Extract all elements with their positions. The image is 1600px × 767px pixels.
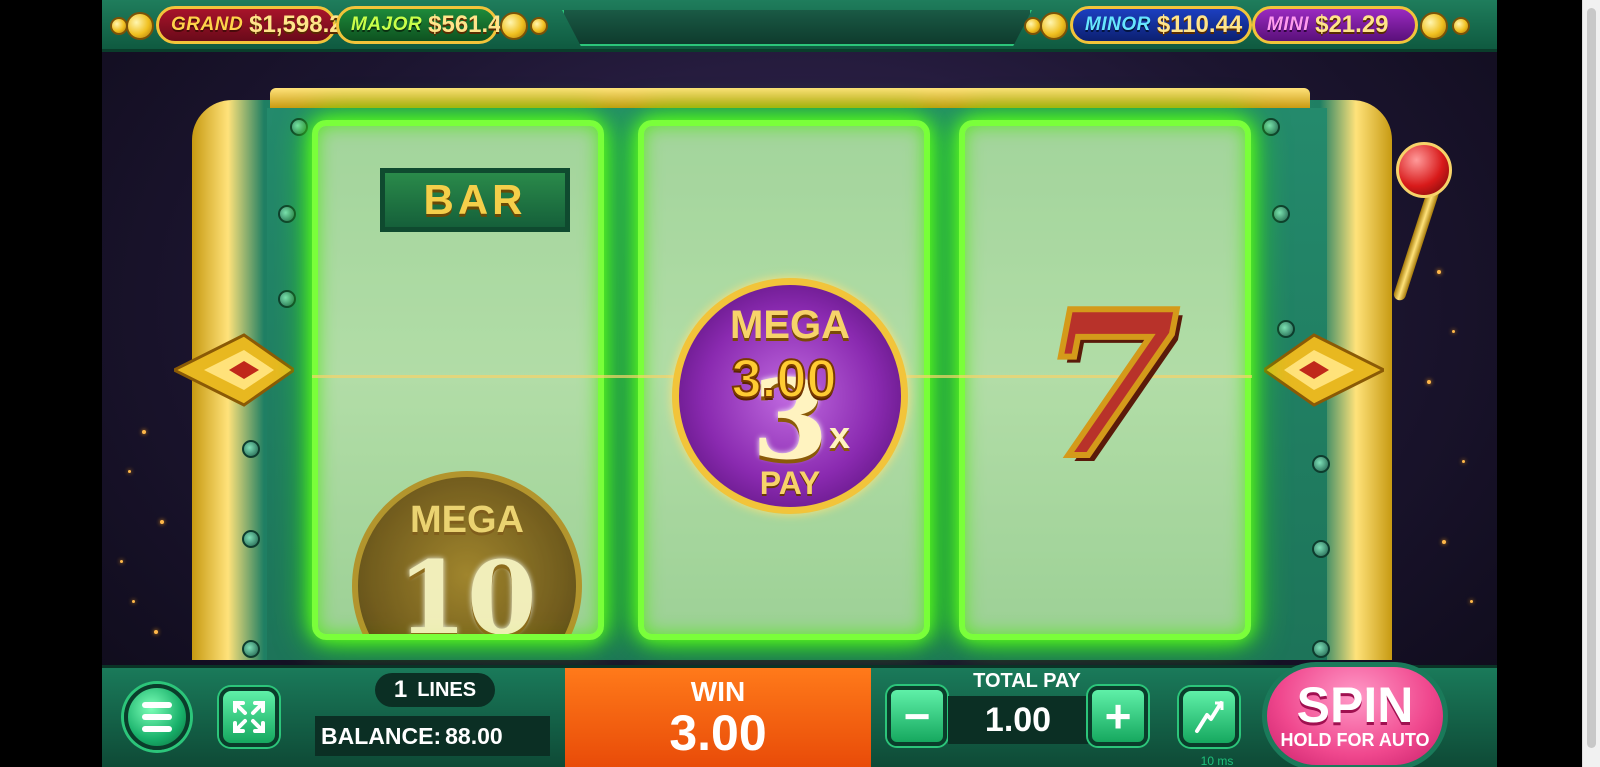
spin-button[interactable]: SPIN HOLD FOR AUTO <box>1262 662 1448 767</box>
turbo-button[interactable] <box>1179 687 1239 747</box>
reel-2: MEGA 3 x PAY 3.00 <box>638 120 930 640</box>
jackpot-grand: GRAND $1,598.29 <box>156 6 356 44</box>
mega-3x-pay: PAY <box>759 465 821 501</box>
machine-top-trim <box>270 88 1310 108</box>
jackpot-major-label: MAJOR <box>351 14 423 35</box>
win-label: WIN <box>690 675 746 707</box>
seven-symbol: 7 <box>1037 268 1182 503</box>
coin-icon <box>126 12 154 40</box>
lines-indicator: 1 LINES <box>375 673 495 707</box>
mega-10x-multiplier: 10 <box>397 539 537 640</box>
balance-value: 88.00 <box>445 722 503 749</box>
control-panel: 1 LINES BALANCE: 88.00 WIN 3.00 − TOTAL … <box>102 662 1497 767</box>
total-pay-label: TOTAL PAY <box>973 670 1081 692</box>
bar-symbol: BAR <box>380 168 570 232</box>
spin-hint: HOLD FOR AUTO <box>1280 730 1430 751</box>
increase-bet-button[interactable]: + <box>1088 686 1148 746</box>
coin-icon <box>530 17 548 35</box>
mega-10x-x: x <box>538 627 559 634</box>
spin-label: SPIN <box>1296 677 1414 734</box>
page-scrollbar[interactable] <box>1582 0 1600 767</box>
jackpot-minor-value: $110.44 <box>1156 11 1243 38</box>
plus-icon: + <box>1104 690 1132 742</box>
jackpot-minor: MINOR $110.44 <box>1070 6 1252 44</box>
lines-count: 1 <box>393 676 408 703</box>
fullscreen-button[interactable] <box>219 687 279 747</box>
win-display: WIN 3.00 <box>565 668 871 767</box>
jackpot-mini-value: $21.29 <box>1315 11 1389 38</box>
reel-1: BAR MEGA 10 x <box>312 120 604 640</box>
balance-label: BALANCE: <box>321 722 442 749</box>
latency-label: 10 ms <box>1200 754 1234 767</box>
mega-3x-x: x <box>829 415 851 457</box>
menu-icon <box>142 702 172 732</box>
payline-arrow-icon <box>1264 333 1384 407</box>
jackpot-bar: GRAND $1,598.29 MAJOR $561.42 MINOR $110… <box>102 0 1497 52</box>
balance-display: BALANCE: 88.00 <box>315 716 550 756</box>
total-pay-value: 1.00 <box>948 696 1088 744</box>
menu-button[interactable] <box>124 684 190 750</box>
mega-10x-word: MEGA <box>410 499 524 541</box>
payline-arrow-icon <box>174 333 294 407</box>
reel-win-amount: 3.00 <box>730 348 837 410</box>
coin-icon <box>1452 17 1470 35</box>
mega-3x-word: MEGA <box>730 303 850 347</box>
coin-icon <box>500 12 528 40</box>
coin-icon <box>1040 12 1068 40</box>
jackpot-mini-label: MINI <box>1267 14 1310 35</box>
jackpot-grand-label: GRAND <box>171 14 244 35</box>
fullscreen-icon <box>233 701 265 733</box>
turbo-lightning-icon <box>1195 701 1224 733</box>
jackpot-center-panel <box>562 10 1032 46</box>
minus-icon: − <box>903 690 931 742</box>
decrease-bet-button[interactable]: − <box>887 686 947 746</box>
reel-3: 7 <box>959 120 1251 640</box>
jackpot-minor-label: MINOR <box>1085 14 1151 35</box>
coin-icon <box>1420 12 1448 40</box>
jackpot-major: MAJOR $561.42 <box>336 6 515 44</box>
jackpot-mini: MINI $21.29 <box>1252 6 1418 44</box>
bar-symbol-label: BAR <box>423 176 527 223</box>
scrollbar-thumb[interactable] <box>1587 8 1596 748</box>
mega-10x-symbol: MEGA 10 x <box>352 471 582 640</box>
slot-game: GRAND $1,598.29 MAJOR $561.42 MINOR $110… <box>102 0 1497 767</box>
lever-icon[interactable] <box>1396 142 1452 198</box>
win-value: 3.00 <box>669 704 767 761</box>
lines-label: LINES <box>417 678 477 701</box>
